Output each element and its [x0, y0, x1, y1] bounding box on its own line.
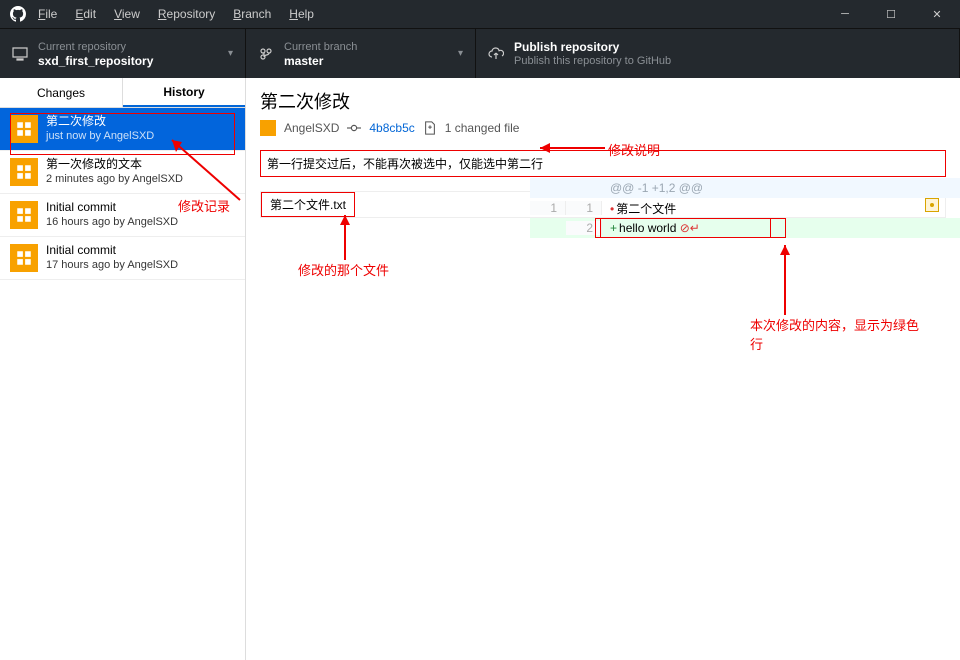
minimize-button[interactable]: ─ — [822, 0, 868, 28]
branch-selector[interactable]: Current branch master ▾ — [246, 29, 476, 78]
commit-icon — [347, 121, 361, 135]
menu-file[interactable]: FFileile — [38, 7, 57, 21]
menu-edit[interactable]: Edit — [75, 7, 96, 21]
github-logo-icon — [10, 6, 26, 22]
file-diff-icon — [423, 121, 437, 135]
commit-item[interactable]: 第一次修改的文本2 minutes ago by AngelSXD — [0, 151, 245, 194]
commit-sha[interactable]: 4b8cb5c — [369, 121, 414, 135]
cloud-upload-icon — [488, 46, 504, 62]
branch-label: Current branch — [284, 40, 357, 54]
publish-label: Publish repository — [514, 40, 671, 54]
branch-name: master — [284, 54, 357, 68]
commit-sub: 17 hours ago by AngelSXD — [46, 258, 178, 273]
diff-view: @@ -1 +1,2 @@ 11•第二个文件 2+hello world ⊘↵ — [530, 178, 960, 238]
commit-sub: 2 minutes ago by AngelSXD — [46, 172, 183, 187]
diff-hunk: @@ -1 +1,2 @@ — [602, 181, 960, 195]
commit-title: Initial commit — [46, 200, 178, 215]
tab-changes[interactable]: Changes — [0, 78, 123, 107]
caret-down-icon: ▾ — [458, 48, 463, 59]
avatar — [10, 201, 38, 229]
file-name: 第二个文件.txt — [261, 192, 355, 217]
menu-view[interactable]: View — [114, 7, 140, 21]
branch-icon — [258, 46, 274, 62]
changed-files: 1 changed file — [445, 121, 520, 135]
repo-selector[interactable]: Current repository sxd_first_repository … — [0, 29, 246, 78]
menu-repository[interactable]: Repository — [158, 7, 215, 21]
publish-button[interactable]: Publish repository Publish this reposito… — [476, 29, 960, 78]
publish-sub: Publish this repository to GitHub — [514, 54, 671, 68]
commit-item[interactable]: Initial commit17 hours ago by AngelSXD — [0, 237, 245, 280]
diff-add-line: hello world — [619, 221, 676, 235]
diff-ctx-line: 第二个文件 — [616, 202, 676, 216]
close-button[interactable]: ✕ — [914, 0, 960, 28]
maximize-button[interactable]: ☐ — [868, 0, 914, 28]
avatar — [10, 158, 38, 186]
menu-help[interactable]: Help — [289, 7, 314, 21]
monitor-icon — [12, 46, 28, 62]
tab-history[interactable]: History — [123, 78, 245, 107]
commit-title: Initial commit — [46, 243, 178, 258]
commit-sub: 16 hours ago by AngelSXD — [46, 215, 178, 230]
commit-author: AngelSXD — [284, 121, 339, 135]
repo-name: sxd_first_repository — [38, 54, 153, 68]
avatar — [10, 244, 38, 272]
commit-description: 第一行提交过后，不能再次被选中，仅能选中第二行 — [260, 150, 946, 177]
commit-item[interactable]: 第二次修改just now by AngelSXD — [0, 108, 245, 151]
avatar-small — [260, 120, 276, 136]
commit-sub: just now by AngelSXD — [46, 129, 154, 144]
menu-branch[interactable]: Branch — [233, 7, 271, 21]
commit-item[interactable]: Initial commit16 hours ago by AngelSXD — [0, 194, 245, 237]
commit-detail-title: 第二次修改 — [260, 88, 946, 114]
caret-down-icon: ▾ — [228, 48, 233, 59]
avatar — [10, 115, 38, 143]
commit-title: 第二次修改 — [46, 114, 154, 129]
repo-label: Current repository — [38, 40, 153, 54]
commit-title: 第一次修改的文本 — [46, 157, 183, 172]
